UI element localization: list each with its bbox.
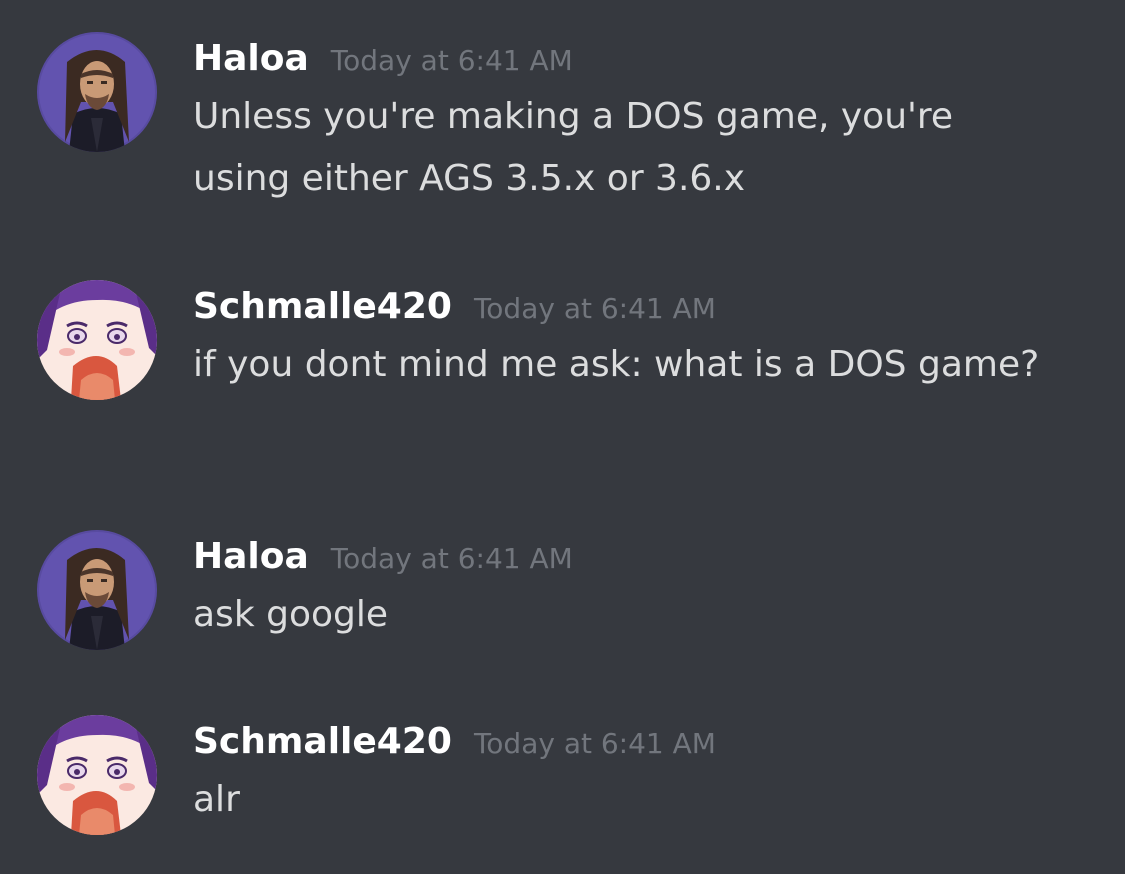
- message-item: Haloa Today at 6:41 AM ask google: [0, 530, 1125, 650]
- message-header: Haloa Today at 6:41 AM: [193, 32, 573, 86]
- timestamp[interactable]: Today at 6:41 AM: [474, 282, 716, 336]
- message-text: alr: [193, 779, 240, 820]
- message-item: Schmalle420 Today at 6:41 AM if you dont …: [0, 280, 1125, 450]
- schmalle420-avatar[interactable]: [37, 715, 157, 835]
- timestamp[interactable]: Today at 6:41 AM: [331, 532, 573, 586]
- schmalle420-avatar-image: [37, 280, 157, 400]
- message-header: Schmalle420 Today at 6:41 AM: [193, 715, 716, 769]
- haloa-avatar[interactable]: [37, 32, 157, 152]
- chat-messages: Haloa Today at 6:41 AM Unless you're maki…: [0, 0, 1125, 874]
- message-item: Schmalle420 Today at 6:41 AM alr: [0, 715, 1125, 835]
- timestamp[interactable]: Today at 6:41 AM: [474, 717, 716, 771]
- message-header: Haloa Today at 6:41 AM: [193, 530, 573, 584]
- message-text: ask google: [193, 594, 389, 635]
- haloa-avatar-image: [37, 530, 157, 650]
- username[interactable]: Schmalle420: [193, 280, 452, 334]
- username[interactable]: Haloa: [193, 32, 309, 86]
- haloa-avatar[interactable]: [37, 530, 157, 650]
- message-text: Unless you're making a DOS game, you're …: [193, 96, 954, 199]
- message-text: if you dont mind me ask: what is a DOS g…: [193, 344, 1040, 385]
- schmalle420-avatar[interactable]: [37, 280, 157, 400]
- haloa-avatar-image: [37, 32, 157, 152]
- message-item: Haloa Today at 6:41 AM Unless you're maki…: [0, 32, 1125, 202]
- schmalle420-avatar-image: [37, 715, 157, 835]
- message-header: Schmalle420 Today at 6:41 AM: [193, 280, 716, 334]
- timestamp[interactable]: Today at 6:41 AM: [331, 34, 573, 88]
- username[interactable]: Haloa: [193, 530, 309, 584]
- username[interactable]: Schmalle420: [193, 715, 452, 769]
